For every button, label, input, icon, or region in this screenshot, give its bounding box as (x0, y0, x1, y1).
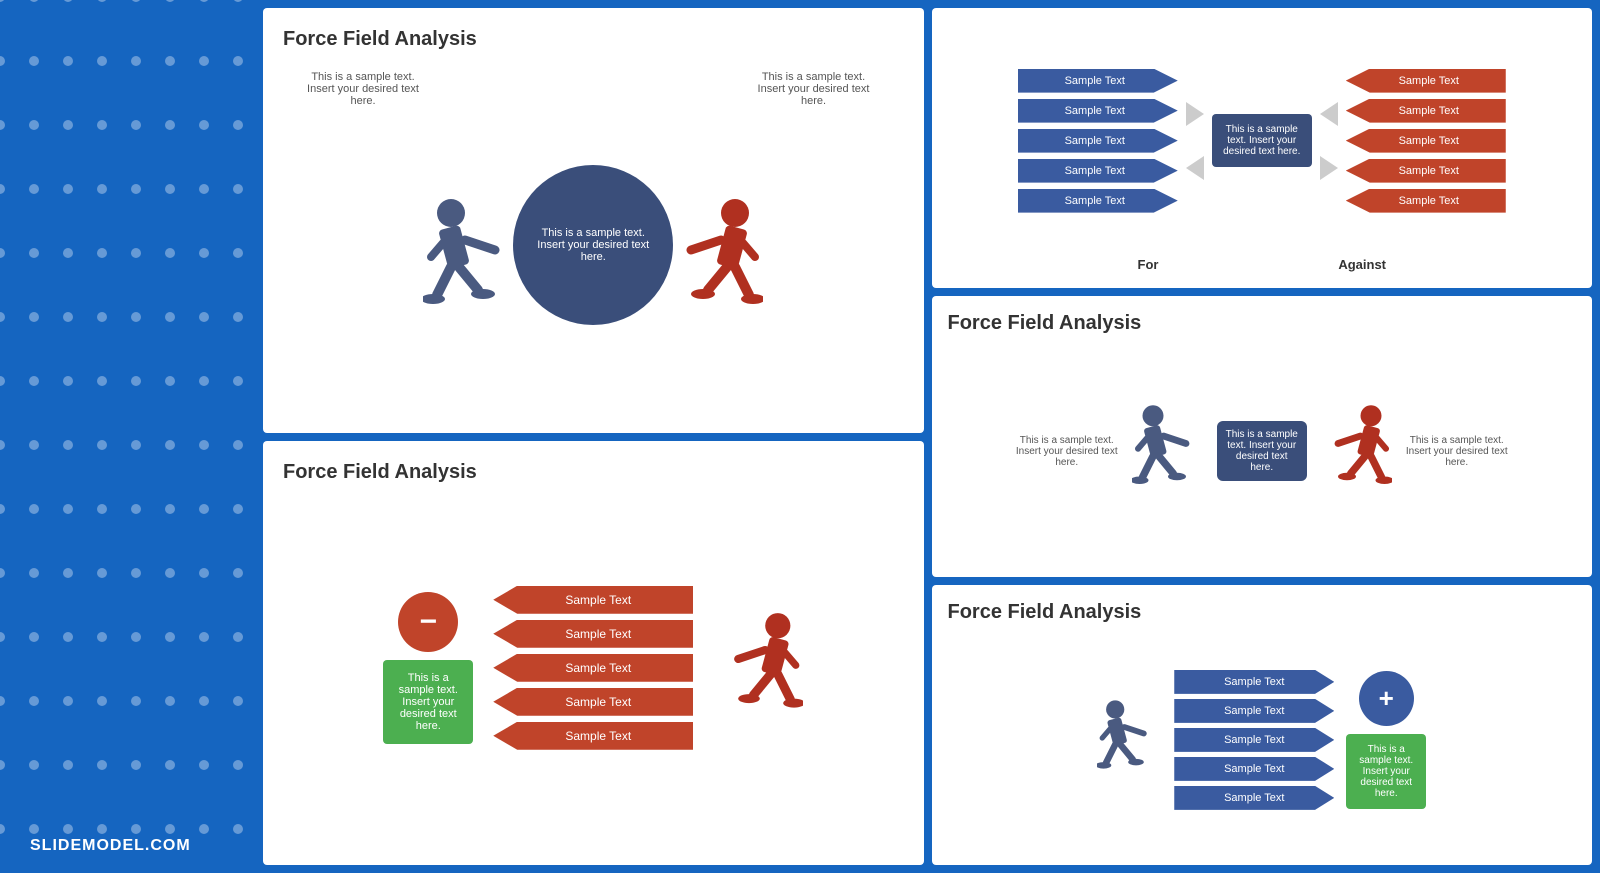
slide-card-3: Force Field Analysis − This is a sample … (263, 441, 924, 866)
main-content: Force Field Analysis This is a sample te… (255, 0, 1600, 873)
arrow-red-1: Sample Text (1346, 99, 1506, 123)
red-arrow-3-3: Sample Text (493, 688, 693, 716)
arrow-red-4: Sample Text (1346, 189, 1506, 213)
right-column: Sample Text Sample Text Sample Text Samp… (932, 8, 1593, 865)
blue-figure-1 (423, 195, 523, 325)
blue-figure-5 (1097, 695, 1162, 785)
red-figure-3 (713, 608, 803, 728)
slide4-body: This is a sample text. Insert your desir… (948, 345, 1577, 557)
slide1-text-right: This is a sample text. Insert your desir… (754, 71, 874, 107)
slide1-text-left: This is a sample text. Insert your desir… (303, 71, 423, 107)
arrow-red-2: Sample Text (1346, 129, 1506, 153)
tug-scene-1: This is a sample text. Insert your desir… (423, 165, 763, 325)
arrows-left: Sample Text Sample Text Sample Text Samp… (1018, 69, 1178, 213)
for-label: For (1138, 257, 1159, 272)
arrow-red-0: Sample Text (1346, 69, 1506, 93)
slide5-title: Force Field Analysis (948, 601, 1577, 624)
blue-figure-4 (1132, 401, 1207, 501)
arrow-red-3: Sample Text (1346, 159, 1506, 183)
red-arrow-3-2: Sample Text (493, 654, 693, 682)
slide3-title: Force Field Analysis (283, 461, 904, 484)
arrow-blue-2: Sample Text (1018, 129, 1178, 153)
blue-arrow-5-1: Sample Text (1174, 699, 1334, 723)
gray-arrow-right (1186, 156, 1204, 180)
slide4-text-left: This is a sample text. Insert your desir… (1012, 435, 1122, 468)
gray-arrows (1186, 102, 1204, 180)
slide5-green-rect: This is a sample text. Insert your desir… (1346, 734, 1426, 809)
slide-card-1: Force Field Analysis This is a sample te… (263, 8, 924, 433)
slide2-inner: Sample Text Sample Text Sample Text Samp… (948, 24, 1577, 272)
against-label: Against (1338, 257, 1386, 272)
slide5-body: Sample Text Sample Text Sample Text Samp… (948, 634, 1577, 846)
minus-circle: − (398, 592, 458, 652)
gray-arrows-right (1320, 102, 1338, 180)
gray-arrow-r-top (1320, 102, 1338, 126)
red-arrow-3-1: Sample Text (493, 620, 693, 648)
minus-col: − This is a sample text. Insert your des… (383, 592, 473, 744)
blue-arrow-5-3: Sample Text (1174, 757, 1334, 781)
red-arrow-3-0: Sample Text (493, 586, 693, 614)
blue-arrow-5-2: Sample Text (1174, 728, 1334, 752)
red-arrow-3-4: Sample Text (493, 722, 693, 750)
blue-arrow-5-4: Sample Text (1174, 786, 1334, 810)
arrow-blue-0: Sample Text (1018, 69, 1178, 93)
arrow-blue-1: Sample Text (1018, 99, 1178, 123)
blue-arrows-col: Sample Text Sample Text Sample Text Samp… (1174, 670, 1334, 810)
gray-arrow-r-bot (1320, 156, 1338, 180)
center-circle-1: This is a sample text. Insert your desir… (513, 165, 673, 325)
arrow-blue-4: Sample Text (1018, 189, 1178, 213)
slide-card-2: Sample Text Sample Text Sample Text Samp… (932, 8, 1593, 288)
arrows-right: Sample Text Sample Text Sample Text Samp… (1346, 69, 1506, 213)
brand-label: SLIDEMODEL.COM (30, 837, 191, 855)
slide3-body: − This is a sample text. Insert your des… (283, 494, 904, 843)
arrow-blue-3: Sample Text (1018, 159, 1178, 183)
slide4-title: Force Field Analysis (948, 312, 1577, 335)
red-arrows-col: Sample Text Sample Text Sample Text Samp… (493, 586, 693, 750)
slide2-arrows-row: Sample Text Sample Text Sample Text Samp… (948, 24, 1577, 257)
for-against-labels: For Against (948, 257, 1577, 272)
slide1-body: This is a sample text. Insert your desir… (283, 61, 904, 410)
slide-card-5: Force Field Analysis Sample Text Sampl (932, 585, 1593, 865)
dot-pattern: const dp = document.querySelector('.dot-… (0, 0, 255, 873)
blue-arrow-5-0: Sample Text (1174, 670, 1334, 694)
plus-col: + This is a sample text. Insert your des… (1346, 671, 1426, 809)
gray-arrow-left (1186, 102, 1204, 126)
plus-circle: + (1359, 671, 1414, 726)
slide4-center-rect: This is a sample text. Insert your desir… (1217, 421, 1307, 481)
red-figure-1 (663, 195, 763, 325)
red-figure-4 (1317, 401, 1392, 501)
slide4-text-right: This is a sample text. Insert your desir… (1402, 435, 1512, 468)
slide1-title: Force Field Analysis (283, 28, 904, 51)
slide2-center-rect: This is a sample text. Insert your desir… (1212, 114, 1312, 167)
slide3-green-rect: This is a sample text. Insert your desir… (383, 660, 473, 744)
slide-card-4: Force Field Analysis This is a sample te… (932, 296, 1593, 576)
